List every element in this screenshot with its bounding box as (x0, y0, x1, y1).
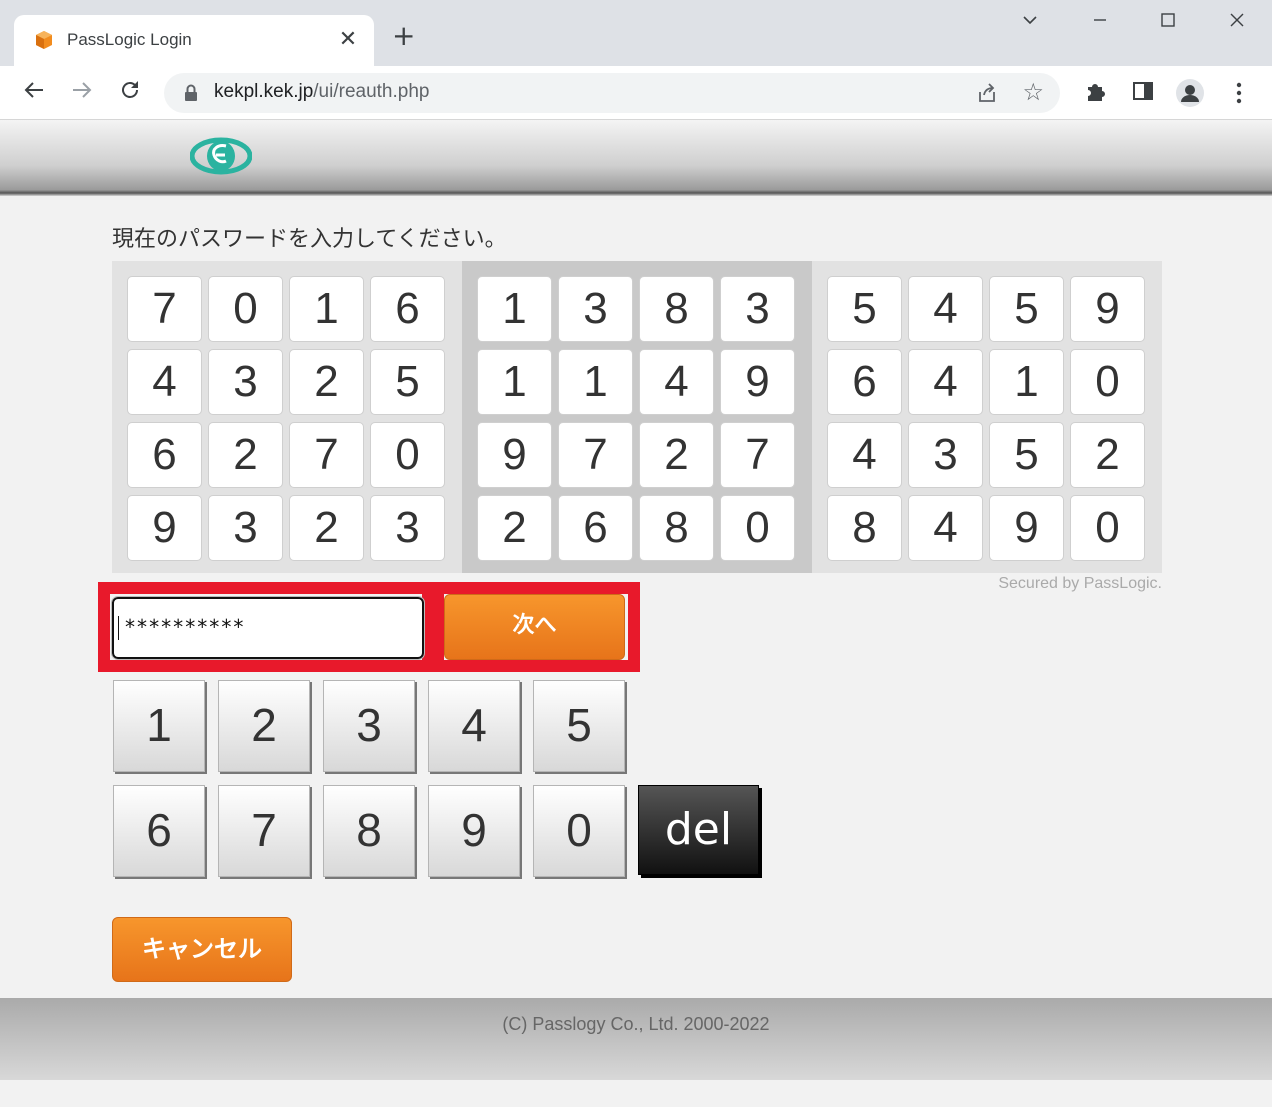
maximize-button[interactable] (1148, 10, 1188, 38)
keypad-key[interactable]: 1 (113, 680, 205, 772)
matrix-cell: 4 (908, 276, 983, 342)
matrix-cell: 0 (1070, 349, 1145, 415)
matrix-cell: 2 (477, 495, 552, 561)
matrix-cell: 2 (639, 422, 714, 488)
matrix-cell: 6 (827, 349, 902, 415)
keypad-key[interactable]: 5 (533, 680, 625, 772)
secured-by-text: Secured by PassLogic. (998, 575, 1162, 592)
matrix-cell: 7 (720, 422, 795, 488)
keypad-key[interactable]: 9 (428, 785, 520, 877)
tab-title: PassLogic Login (67, 30, 192, 49)
matrix-cell: 2 (289, 349, 364, 415)
keypad-key[interactable]: 8 (323, 785, 415, 877)
matrix-cell: 3 (558, 276, 633, 342)
matrix-cell: 6 (558, 495, 633, 561)
text-caret (118, 616, 119, 640)
matrix-cell: 5 (989, 422, 1064, 488)
keypad-key[interactable]: 2 (218, 680, 310, 772)
browser-tab-bar: PassLogic Login ✕ + (0, 0, 1272, 66)
delete-key[interactable]: del (638, 785, 759, 875)
matrix-cell: 3 (908, 422, 983, 488)
matrix-cell: 9 (127, 495, 202, 561)
matrix-cell: 9 (720, 349, 795, 415)
browser-tab[interactable]: PassLogic Login ✕ (14, 15, 374, 66)
matrix-cell: 7 (289, 422, 364, 488)
next-button[interactable]: 次へ (444, 594, 625, 660)
keypad-key[interactable]: 4 (428, 680, 520, 772)
matrix-cell: 0 (208, 276, 283, 342)
matrix-cell: 3 (208, 495, 283, 561)
cancel-button[interactable]: キャンセル (112, 917, 292, 982)
matrix-cell: 0 (370, 422, 445, 488)
passlogic-favicon-icon (36, 31, 52, 49)
matrix-cell: 6 (370, 276, 445, 342)
matrix-cell: 6 (127, 422, 202, 488)
matrix-cell: 8 (639, 276, 714, 342)
matrix-cell: 1 (477, 349, 552, 415)
minimize-button[interactable] (1080, 10, 1120, 38)
matrix-block-right: 5 4 5 9 6 4 1 0 4 3 5 2 8 4 9 0 (812, 261, 1162, 573)
url-path: /ui/reauth.php (313, 81, 430, 102)
url-text: kekpl.kek.jp/ui/reauth.php (214, 81, 429, 103)
matrix-cell: 4 (127, 349, 202, 415)
page-bottom (0, 1080, 1272, 1107)
matrix-block-left: 7 0 1 6 4 3 2 5 6 2 7 0 9 3 2 3 (112, 261, 462, 573)
matrix-cell: 5 (827, 276, 902, 342)
matrix-cell: 7 (558, 422, 633, 488)
extensions-puzzle-icon[interactable] (1081, 78, 1111, 108)
new-tab-button[interactable]: + (392, 22, 415, 50)
address-bar[interactable]: kekpl.kek.jp/ui/reauth.php ☆ (164, 73, 1060, 113)
matrix-cell: 3 (208, 349, 283, 415)
matrix-cell: 9 (989, 495, 1064, 561)
matrix-cell: 1 (289, 276, 364, 342)
matrix-cell: 4 (827, 422, 902, 488)
matrix-cell: 1 (558, 349, 633, 415)
window-close-button[interactable] (1217, 10, 1257, 38)
matrix-cell: 0 (720, 495, 795, 561)
browser-menu-icon[interactable] (1224, 78, 1254, 108)
matrix-cell: 2 (289, 495, 364, 561)
matrix-cell: 3 (720, 276, 795, 342)
matrix-cell: 5 (989, 276, 1064, 342)
matrix-cell: 9 (477, 422, 552, 488)
matrix-cell: 5 (370, 349, 445, 415)
copyright-text: (C) Passlogy Co., Ltd. 2000-2022 (502, 1014, 770, 1034)
matrix-cell: 2 (1070, 422, 1145, 488)
share-icon[interactable] (976, 82, 998, 104)
matrix-cell: 4 (908, 495, 983, 561)
keypad-key[interactable]: 6 (113, 785, 205, 877)
matrix-cell: 2 (208, 422, 283, 488)
matrix-cell: 8 (639, 495, 714, 561)
forward-arrow-icon[interactable] (67, 78, 97, 108)
tab-search-chevron-icon[interactable] (1010, 10, 1050, 38)
url-host: kekpl.kek.jp (214, 81, 314, 102)
matrix-cell: 4 (639, 349, 714, 415)
side-panel-icon[interactable] (1128, 78, 1158, 108)
matrix-cell: 7 (127, 276, 202, 342)
matrix-block-middle: 1 3 8 3 1 1 4 9 9 7 2 7 2 6 8 0 (462, 261, 812, 573)
lock-icon (185, 84, 197, 101)
matrix-cell: 8 (827, 495, 902, 561)
profile-avatar-icon[interactable] (1175, 78, 1205, 108)
matrix-cell: 3 (370, 495, 445, 561)
matrix-cell: 4 (908, 349, 983, 415)
matrix-cell: 1 (989, 349, 1064, 415)
matrix-cell: 0 (1070, 495, 1145, 561)
back-arrow-icon[interactable] (19, 78, 49, 108)
page-header (0, 120, 1272, 196)
matrix-cell: 1 (477, 276, 552, 342)
bookmark-star-icon[interactable]: ☆ (1022, 78, 1044, 106)
browser-toolbar: kekpl.kek.jp/ui/reauth.php ☆ (0, 66, 1272, 120)
matrix-cell: 9 (1070, 276, 1145, 342)
instruction-text: 現在のパスワードを入力してください。 (112, 227, 507, 252)
tab-close-icon[interactable]: ✕ (336, 27, 360, 52)
keypad-key[interactable]: 3 (323, 680, 415, 772)
password-matrix: 7 0 1 6 4 3 2 5 6 2 7 0 9 3 2 3 1 3 8 3 … (112, 261, 1162, 573)
site-logo-icon (190, 137, 252, 175)
page-footer: (C) Passlogy Co., Ltd. 2000-2022 (0, 998, 1272, 1080)
password-input[interactable]: ********** (111, 596, 425, 660)
reload-icon[interactable] (115, 78, 145, 108)
keypad-key[interactable]: 7 (218, 785, 310, 877)
keypad-key[interactable]: 0 (533, 785, 625, 877)
